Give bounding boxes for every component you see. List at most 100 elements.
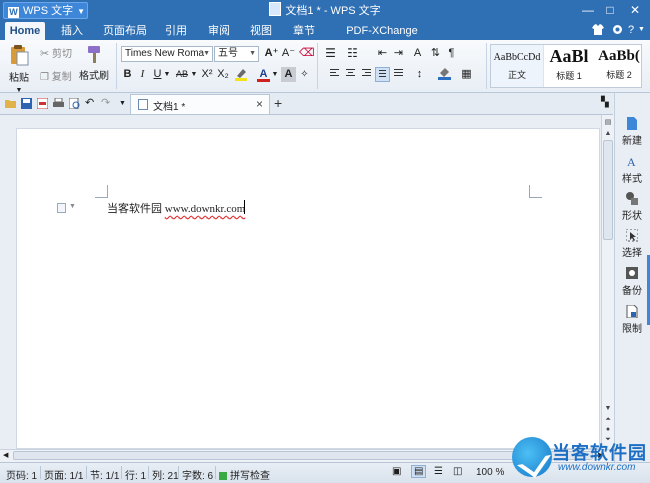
task-pane-select[interactable]: 选择 [614,229,650,259]
status-word-count[interactable]: 字数: 6 [182,467,213,482]
font-size-value: 五号 [218,48,238,59]
status-section[interactable]: 节: 1/1 [90,467,119,482]
align-right-icon[interactable] [359,67,374,82]
highlight-button[interactable] [233,67,248,82]
grow-font-button[interactable]: A⁺ [264,46,279,61]
status-pages[interactable]: 页面: 1/1 [44,467,83,482]
zoom-level[interactable]: 100 % [476,467,504,478]
tab-pdf-xchange[interactable]: PDF-XChange 2012 [333,22,431,55]
bold-button[interactable]: B [120,67,135,82]
horizontal-scroll-thumb[interactable] [13,451,593,460]
scroll-down-icon[interactable]: ▼ [603,405,613,412]
chevron-down-icon[interactable]: ▼ [69,203,76,210]
skin-icon[interactable] [592,24,604,38]
chevron-down-icon: ▼ [249,50,256,57]
tab-insert[interactable]: 插入 [55,22,89,40]
font-size-combo[interactable]: 五号 ▼ [214,46,259,62]
undo-icon[interactable]: ↶ [85,98,96,109]
customize-dropdown-icon[interactable]: ▼ [119,98,130,109]
save-icon[interactable] [21,98,32,109]
settings-icon[interactable] [612,24,623,38]
show-marks-icon[interactable]: ¶ [444,46,459,61]
task-pane-style[interactable]: A 样式 [614,155,650,185]
align-center-icon[interactable] [343,67,358,82]
chinese-layout-icon[interactable]: A [410,46,425,61]
style-heading-2[interactable]: AaBb( 标题 2 [595,45,641,87]
minimize-button[interactable]: — [579,3,597,18]
font-color-button[interactable]: A [256,67,271,82]
bullets-icon[interactable]: ☰ [323,46,338,61]
sort-icon[interactable]: ⇅ [428,46,443,61]
shading-icon[interactable] [437,67,452,82]
increase-indent-icon[interactable]: ⇥ [391,46,406,61]
tab-page-layout[interactable]: 页面布局 [102,22,148,40]
clear-format-icon[interactable]: ⌫ [299,46,315,61]
status-row[interactable]: 行: 1 [125,467,146,482]
print-icon[interactable] [53,97,64,109]
ruler-toggle-icon[interactable]: ▤ [603,118,613,126]
superscript-button[interactable]: X² [199,67,215,82]
numbering-icon[interactable]: ☷ [345,46,360,61]
export-pdf-icon[interactable] [36,97,49,110]
italic-button[interactable]: I [135,67,150,82]
task-pane-restrict[interactable]: 限制 [614,305,650,335]
tab-review[interactable]: 审阅 [203,22,235,40]
tab-references[interactable]: 引用 [160,22,192,40]
new-tab-button[interactable]: + [274,95,282,111]
close-tab-button[interactable]: × [256,97,263,111]
full-screen-icon[interactable]: ▣ [392,466,401,477]
pane-menu-icon[interactable]: ▚ [601,97,609,108]
style-heading-1[interactable]: AaBl 标题 1 [544,45,594,87]
style-normal[interactable]: AaBbCcDd 正文 [491,45,544,87]
tab-view[interactable]: 视图 [245,22,277,40]
font-color-dropdown-icon[interactable]: ▼ [270,67,280,82]
tab-home[interactable]: Home [5,22,45,40]
justify-icon[interactable] [375,67,390,82]
app-menu-button[interactable]: W WPS 文字 ▼ [3,2,88,19]
page-view-icon[interactable]: ▤ [411,465,427,478]
prev-page-icon[interactable]: ⏶ [603,416,613,424]
paragraph-layout-icon[interactable] [57,203,66,213]
underline-dropdown-icon[interactable]: ▼ [162,67,172,82]
document-page[interactable] [16,128,600,449]
status-page-number[interactable]: 页码: 1 [6,467,37,482]
distribute-icon[interactable] [391,67,406,82]
print-preview-icon[interactable] [68,97,80,110]
web-view-icon[interactable]: ◫ [453,466,462,477]
strikethrough-dropdown-icon[interactable]: ▼ [189,67,199,82]
help-dropdown-icon[interactable]: ▼ [638,26,645,33]
spell-check-toggle[interactable]: 拼写检查 [219,467,270,482]
char-shading-button[interactable]: A [281,67,296,82]
select-browse-object-icon[interactable]: ● [603,426,613,433]
align-left-icon[interactable] [327,67,342,82]
open-icon[interactable] [5,98,16,109]
backup-icon [626,267,638,279]
task-pane-shape[interactable]: 形状 [614,192,650,222]
copy-button[interactable]: ❐ 复制 [40,68,72,83]
document-text[interactable]: 当客软件园 www.downkr.com [107,200,245,216]
paste-button[interactable]: 粘贴 ▼ [5,44,33,95]
maximize-button[interactable]: □ [601,3,619,18]
scroll-left-icon[interactable]: ◀ [3,451,8,459]
scroll-up-icon[interactable]: ▲ [603,130,613,137]
redo-icon[interactable]: ↷ [101,98,112,109]
outline-view-icon[interactable]: ☰ [434,466,443,477]
task-pane-new[interactable]: 新建 [614,117,650,147]
help-button[interactable]: ? [628,24,634,36]
status-column[interactable]: 列: 21 [152,467,179,482]
format-painter-button[interactable]: 格式刷 [78,44,110,82]
task-pane-backup[interactable]: 备份 [614,267,650,297]
font-name-combo[interactable]: Times New Roma ▼ [121,46,213,62]
border-icon[interactable]: ▦ [459,67,474,82]
tab-chapter[interactable]: 章节 [288,22,320,40]
shrink-font-button[interactable]: A⁻ [281,46,296,61]
format-painter-icon [88,46,100,63]
cut-button[interactable]: ✂ 剪切 [40,45,72,60]
vertical-scroll-thumb[interactable] [603,140,613,240]
close-button[interactable]: ✕ [626,3,644,18]
text-effects-icon[interactable]: ✧ [297,67,312,82]
line-spacing-icon[interactable]: ↕ [412,67,427,82]
document-tab[interactable]: 文档1 * × [130,94,270,114]
decrease-indent-icon[interactable]: ⇤ [375,46,390,61]
subscript-button[interactable]: X₂ [215,67,231,82]
